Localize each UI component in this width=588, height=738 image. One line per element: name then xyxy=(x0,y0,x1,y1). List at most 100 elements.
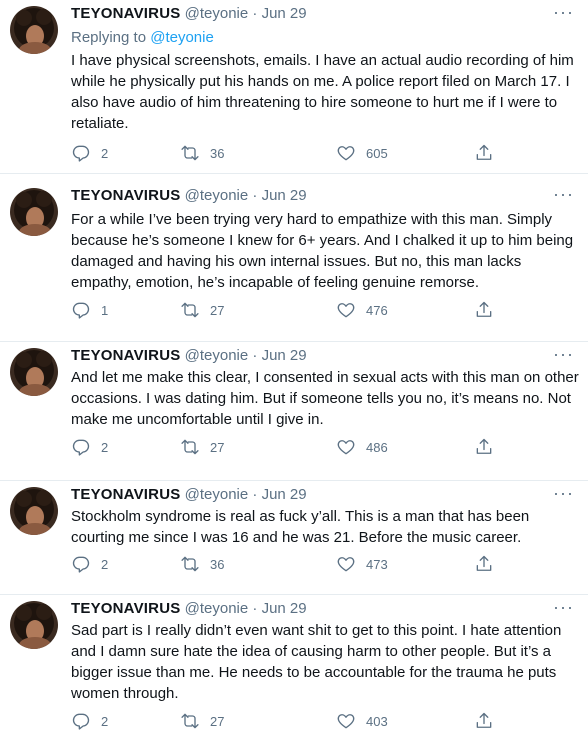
share-icon xyxy=(474,300,494,320)
timestamp[interactable]: Jun 29 xyxy=(262,347,307,364)
retweet-count: 36 xyxy=(210,556,225,572)
display-name[interactable]: TEYONAVIRUS xyxy=(71,600,180,617)
share-icon xyxy=(474,711,494,731)
dot-separator: · xyxy=(252,5,258,22)
display-name[interactable]: TEYONAVIRUS xyxy=(71,347,180,364)
timestamp[interactable]: Jun 29 xyxy=(262,600,307,617)
reply-button[interactable]: 2 xyxy=(71,437,108,457)
retweet-count: 27 xyxy=(210,713,225,729)
more-icon[interactable]: ··· xyxy=(553,3,574,21)
retweet-count: 36 xyxy=(210,145,225,161)
like-icon xyxy=(336,300,356,320)
share-button[interactable] xyxy=(474,437,494,457)
tweet-actions: 2 36 473 xyxy=(71,554,511,574)
tweet-header: TEYONAVIRUS @teyonie · Jun 29 xyxy=(71,186,548,206)
share-icon xyxy=(474,437,494,457)
timestamp[interactable]: Jun 29 xyxy=(262,187,307,204)
retweet-icon xyxy=(180,711,200,731)
timestamp[interactable]: Jun 29 xyxy=(262,5,307,22)
tweet-header: TEYONAVIRUS @teyonie · Jun 29 xyxy=(71,485,548,505)
reply-button[interactable]: 2 xyxy=(71,711,108,731)
avatar[interactable] xyxy=(10,348,58,396)
tweet[interactable]: TEYONAVIRUS @teyonie · Jun 29 ··· Sad pa… xyxy=(0,595,588,738)
dot-separator: · xyxy=(252,600,258,617)
tweet-header: TEYONAVIRUS @teyonie · Jun 29 xyxy=(71,599,548,619)
tweet-text: Stockholm syndrome is real as fuck y’all… xyxy=(71,508,530,546)
share-button[interactable] xyxy=(474,300,494,320)
replying-to-label: Replying to xyxy=(71,29,147,46)
tweet[interactable]: TEYONAVIRUS @teyonie · Jun 29 ··· For a … xyxy=(0,182,588,342)
reply-icon xyxy=(71,711,91,731)
handle[interactable]: @teyonie xyxy=(185,600,249,617)
display-name[interactable]: TEYONAVIRUS xyxy=(71,486,180,503)
retweet-count: 27 xyxy=(210,439,225,455)
like-button[interactable]: 605 xyxy=(336,143,388,163)
like-icon xyxy=(336,437,356,457)
timestamp[interactable]: Jun 29 xyxy=(262,486,307,503)
like-count: 473 xyxy=(366,556,388,572)
reply-button[interactable]: 2 xyxy=(71,143,108,163)
reply-button[interactable]: 1 xyxy=(71,300,108,320)
tweet-text: I have physical screenshots, emails. I h… xyxy=(71,52,574,132)
retweet-button[interactable]: 27 xyxy=(180,437,224,457)
tweet-header: TEYONAVIRUS @teyonie · Jun 29 xyxy=(71,4,548,24)
tweet-text: And let me make this clear, I consented … xyxy=(71,369,579,428)
like-button[interactable]: 403 xyxy=(336,711,388,731)
retweet-button[interactable]: 27 xyxy=(180,300,224,320)
share-button[interactable] xyxy=(474,711,494,731)
retweet-button[interactable]: 27 xyxy=(180,711,224,731)
avatar[interactable] xyxy=(10,6,58,54)
like-icon xyxy=(336,143,356,163)
like-icon xyxy=(336,711,356,731)
dot-separator: · xyxy=(252,486,258,503)
handle[interactable]: @teyonie xyxy=(185,5,249,22)
retweet-button[interactable]: 36 xyxy=(180,143,224,163)
reply-count: 2 xyxy=(101,713,109,729)
like-button[interactable]: 486 xyxy=(336,437,388,457)
retweet-icon xyxy=(180,143,200,163)
like-count: 403 xyxy=(366,713,388,729)
replying-to-handle[interactable]: @teyonie xyxy=(150,29,214,46)
more-icon[interactable]: ··· xyxy=(553,598,574,616)
reply-icon xyxy=(71,437,91,457)
avatar[interactable] xyxy=(10,601,58,649)
reply-icon xyxy=(71,554,91,574)
reply-count: 2 xyxy=(101,145,109,161)
tweet-actions: 1 27 476 xyxy=(71,300,511,320)
like-button[interactable]: 476 xyxy=(336,300,388,320)
reply-count: 1 xyxy=(101,302,109,318)
handle[interactable]: @teyonie xyxy=(185,187,249,204)
reply-icon xyxy=(71,300,91,320)
avatar[interactable] xyxy=(10,487,58,535)
display-name[interactable]: TEYONAVIRUS xyxy=(71,187,180,204)
reply-count: 2 xyxy=(101,556,109,572)
like-count: 486 xyxy=(366,439,388,455)
display-name[interactable]: TEYONAVIRUS xyxy=(71,5,180,22)
tweet[interactable]: TEYONAVIRUS @teyonie · Jun 29 ··· And le… xyxy=(0,342,588,481)
tweet-actions: 2 27 403 xyxy=(71,711,511,731)
more-icon[interactable]: ··· xyxy=(553,185,574,203)
like-button[interactable]: 473 xyxy=(336,554,388,574)
like-count: 605 xyxy=(366,145,388,161)
reply-button[interactable]: 2 xyxy=(71,554,108,574)
tweet-thread: TEYONAVIRUS @teyonie · Jun 29 ··· Replyi… xyxy=(0,0,588,738)
share-icon xyxy=(474,143,494,163)
tweet-header: TEYONAVIRUS @teyonie · Jun 29 xyxy=(71,346,548,366)
share-button[interactable] xyxy=(474,143,494,163)
retweet-button[interactable]: 36 xyxy=(180,554,224,574)
tweet[interactable]: TEYONAVIRUS @teyonie · Jun 29 ··· Replyi… xyxy=(0,0,588,174)
reply-icon xyxy=(71,143,91,163)
like-count: 476 xyxy=(366,302,388,318)
handle[interactable]: @teyonie xyxy=(185,347,249,364)
retweet-count: 27 xyxy=(210,302,225,318)
tweet-text: Sad part is I really didn’t even want sh… xyxy=(71,622,562,702)
tweet-text: For a while I’ve been trying very hard t… xyxy=(71,211,574,291)
dot-separator: · xyxy=(252,347,258,364)
more-icon[interactable]: ··· xyxy=(553,484,574,502)
retweet-icon xyxy=(180,300,200,320)
share-button[interactable] xyxy=(474,554,494,574)
tweet[interactable]: TEYONAVIRUS @teyonie · Jun 29 ··· Stockh… xyxy=(0,481,588,595)
avatar[interactable] xyxy=(10,188,58,236)
more-icon[interactable]: ··· xyxy=(553,345,574,363)
handle[interactable]: @teyonie xyxy=(185,486,249,503)
